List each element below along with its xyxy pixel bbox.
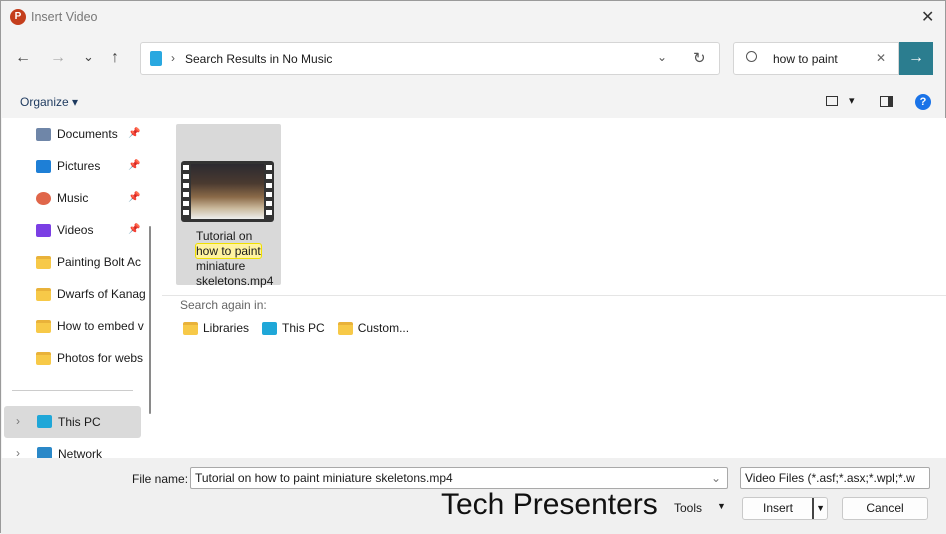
pin-icon: 📌 xyxy=(128,224,141,235)
pictures-icon xyxy=(36,159,51,173)
back-button[interactable]: ← xyxy=(15,49,31,67)
network-icon xyxy=(37,447,52,458)
powerpoint-icon: P xyxy=(10,9,26,25)
search-go-button[interactable]: → xyxy=(899,42,933,75)
film-holes xyxy=(183,165,189,218)
folder-icon xyxy=(36,319,51,333)
search-results-icon xyxy=(150,51,162,66)
videos-icon xyxy=(36,223,51,237)
expand-chevron-icon: › xyxy=(16,414,20,428)
help-icon[interactable]: ? xyxy=(915,94,931,110)
file-name: Tutorial on how to paint miniature skele… xyxy=(195,229,292,289)
file-type-value: Video Files (*.asf;*.asx;*.wpl;*.w xyxy=(745,471,915,485)
file-name-line: skeletons.mp4 xyxy=(196,274,274,288)
view-icon[interactable] xyxy=(826,96,838,106)
forward-button[interactable]: → xyxy=(50,49,66,67)
close-button[interactable]: ✕ xyxy=(921,7,934,27)
preview-pane-icon[interactable] xyxy=(880,96,893,107)
insert-video-dialog: P Insert Video ✕ ← → ⌄ ↑ › Search Result… xyxy=(0,0,946,534)
film-holes xyxy=(266,165,272,218)
sidebar-item-folder[interactable]: Dwarfs of Kanag xyxy=(36,284,146,304)
sidebar-item-documents[interactable]: Documents xyxy=(36,124,118,144)
file-name-line: Tutorial on xyxy=(196,229,253,243)
documents-icon xyxy=(36,127,51,141)
divider xyxy=(162,295,946,296)
insert-label: Insert xyxy=(762,501,793,515)
this-pc-icon xyxy=(262,321,278,335)
libraries-icon xyxy=(183,321,198,335)
search-highlight: how to paint xyxy=(195,243,262,259)
search-icon xyxy=(746,51,757,62)
dialog-footer: File name: Tutorial on how to paint mini… xyxy=(1,458,946,534)
insert-split-dropdown[interactable]: ▼ xyxy=(812,498,825,519)
tools-button[interactable]: Tools xyxy=(674,501,702,515)
pin-icon: 📌 xyxy=(128,192,141,203)
custom-folder-icon xyxy=(337,321,353,335)
file-name-value: Tutorial on how to paint miniature skele… xyxy=(195,471,453,485)
chevron-down-icon[interactable]: ⌄ xyxy=(711,468,721,488)
sidebar-item-pictures[interactable]: Pictures xyxy=(36,156,100,176)
file-item[interactable]: Tutorial on how to paint miniature skele… xyxy=(176,124,281,288)
folder-icon xyxy=(36,351,51,365)
this-pc-icon xyxy=(37,415,52,428)
window-title: Insert Video xyxy=(31,10,98,24)
divider xyxy=(12,390,133,391)
video-thumbnail xyxy=(181,161,274,222)
file-name-label: File name: xyxy=(132,472,189,486)
organize-button[interactable]: Organize ▾ xyxy=(20,95,78,109)
search-input[interactable]: how to paint xyxy=(773,52,838,66)
expand-chevron-icon: › xyxy=(16,446,20,458)
pin-icon: 📌 xyxy=(128,128,141,139)
file-name-line: miniature xyxy=(196,259,246,273)
folder-icon xyxy=(36,287,51,301)
tools-dropdown-icon[interactable]: ▼ xyxy=(717,501,726,511)
search-again-libraries[interactable]: Libraries xyxy=(183,321,249,335)
navigation-pane: Documents 📌 Pictures 📌 Music 📌 Videos 📌 … xyxy=(2,118,159,458)
search-box[interactable]: how to paint ✕ xyxy=(733,42,899,75)
breadcrumb[interactable]: Search Results in No Music xyxy=(185,52,332,66)
folder-icon xyxy=(36,255,51,269)
scrollbar[interactable] xyxy=(149,226,151,414)
cancel-button[interactable]: Cancel xyxy=(842,497,928,520)
file-name-input[interactable]: Tutorial on how to paint miniature skele… xyxy=(190,467,728,489)
watermark: Tech Presenters xyxy=(441,488,658,521)
breadcrumb-separator: › xyxy=(171,51,175,65)
search-again-this-pc[interactable]: This PC xyxy=(262,321,325,335)
view-dropdown[interactable]: ▾ xyxy=(849,94,855,107)
search-again-label: Search again in: xyxy=(180,298,267,312)
address-bar[interactable]: › Search Results in No Music ⌄ ↻ xyxy=(140,42,720,75)
sidebar-item-music[interactable]: Music xyxy=(36,188,88,208)
pin-icon: 📌 xyxy=(128,160,141,171)
toolbar: Organize ▾ ▾ ? xyxy=(1,89,946,118)
sidebar-item-folder[interactable]: Photos for webs xyxy=(36,348,143,368)
sidebar-item-this-pc[interactable]: › This PC xyxy=(4,406,141,438)
refresh-button[interactable]: ↻ xyxy=(693,49,706,67)
sidebar-item-folder[interactable]: How to embed v xyxy=(36,316,144,336)
clear-search-button[interactable]: ✕ xyxy=(876,51,886,65)
results-pane: Tutorial on how to paint miniature skele… xyxy=(159,118,946,458)
file-type-select[interactable]: Video Files (*.asf;*.asx;*.wpl;*.w xyxy=(740,467,930,489)
sidebar-item-videos[interactable]: Videos xyxy=(36,220,93,240)
insert-button[interactable]: Insert ▼ xyxy=(742,497,828,520)
sidebar-item-folder[interactable]: Painting Bolt Ac xyxy=(36,252,141,272)
address-dropdown[interactable]: ⌄ xyxy=(657,50,667,64)
search-again-custom[interactable]: Custom... xyxy=(337,321,409,335)
recent-locations-button[interactable]: ⌄ xyxy=(83,49,94,65)
sidebar-item-network[interactable]: › Network xyxy=(4,444,141,458)
thumbnail-image xyxy=(191,164,264,219)
music-icon xyxy=(36,191,51,205)
up-button[interactable]: ↑ xyxy=(111,49,119,67)
